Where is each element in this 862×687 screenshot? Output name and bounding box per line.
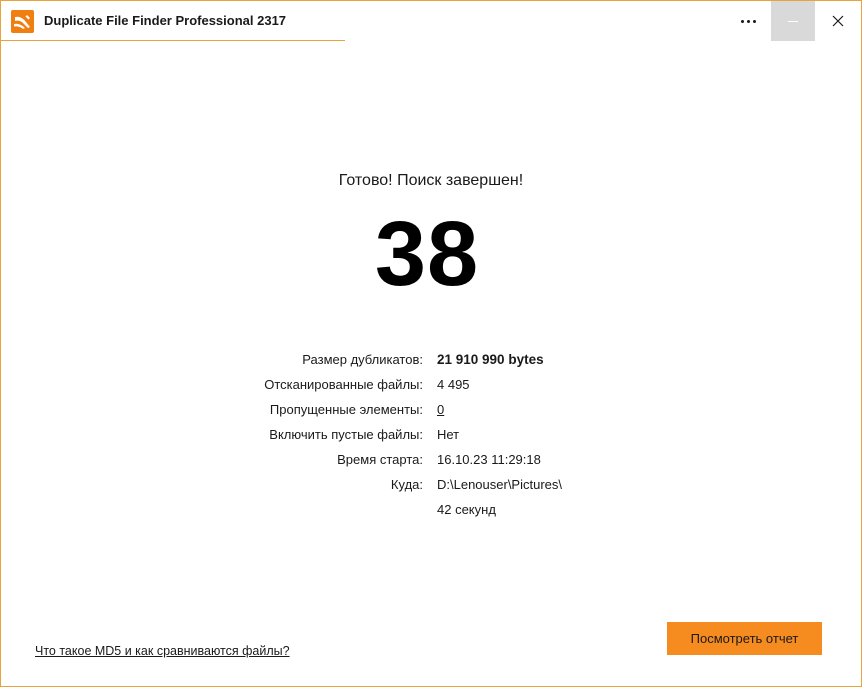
status-title: Готово! Поиск завершен! [338,172,524,189]
stat-label: Пропущенные элементы: [269,402,423,417]
md5-help-link[interactable]: Что такое MD5 и как сравниваются файлы? [35,644,290,658]
view-report-button[interactable]: Посмотреть отчет [667,622,822,655]
stats-list: Размер дубликатов: 21 910 990 bytes Отск… [201,349,681,524]
stat-row-duplicate-size: Размер дубликатов: 21 910 990 bytes [201,349,681,374]
skipped-items-link[interactable]: 0 [437,399,444,421]
stat-value: 16.10.23 11:29:18 [437,452,541,467]
more-dots-icon [740,19,756,23]
title-underline [1,40,345,41]
stat-row-start-time: Время старта: 16.10.23 11:29:18 [201,449,681,474]
stat-row-duration: 42 секунд [201,499,681,524]
stat-row-destination: Куда: D:\Lenouser\Pictures\ [201,474,681,499]
stat-value: 42 секунд [437,502,496,517]
minimize-icon [788,20,798,22]
stat-label: Куда: [390,477,423,492]
stat-label: Размер дубликатов: [302,352,423,367]
stat-value: Нет [437,427,460,442]
duplicate-count: 38 [374,203,480,305]
stat-label: Время старта: [337,452,423,467]
stat-value: 4 495 [437,377,470,392]
app-logo-icon [11,10,34,33]
stat-label: Отсканированные файлы: [264,377,423,392]
minimize-button[interactable] [771,1,815,41]
window-title: Duplicate File Finder Professional 2317 [44,13,287,28]
more-options-button[interactable] [726,1,770,41]
stat-label: Включить пустые файлы: [269,427,423,442]
stat-value: 21 910 990 bytes [437,352,544,367]
title-bar: Duplicate File Finder Professional 2317 [1,1,861,41]
close-icon [832,15,844,27]
app-window: Duplicate File Finder Professional 2317 … [0,0,862,687]
stat-row-scanned-files: Отсканированные файлы: 4 495 [201,374,681,399]
close-button[interactable] [816,1,860,41]
stat-row-include-empty: Включить пустые файлы: Нет [201,424,681,449]
stat-row-skipped-items: Пропущенные элементы: 0 [201,399,681,424]
stat-value: D:\Lenouser\Pictures\ [437,477,563,492]
